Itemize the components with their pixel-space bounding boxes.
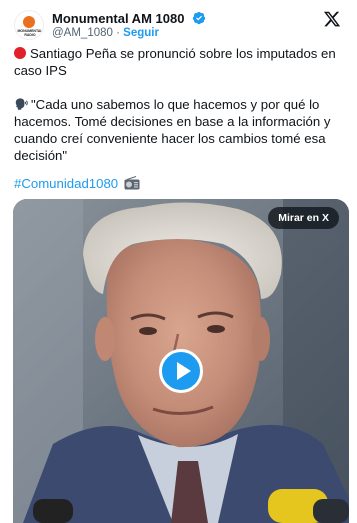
headline-text: Santiago Peña se pronunció sobre los imp… <box>14 46 336 78</box>
avatar-logo-text: MONUMENTAL RADIO <box>17 29 43 37</box>
follow-button[interactable]: Seguir <box>123 27 159 39</box>
red-circle-icon <box>14 47 26 59</box>
speaking-head-icon <box>15 98 28 110</box>
display-name[interactable]: Monumental AM 1080 <box>52 11 184 26</box>
quote-text: "Cada uno sabemos lo que hacemos y por q… <box>14 97 331 163</box>
watch-on-x-button[interactable]: Mirar en X <box>268 207 339 229</box>
x-logo-icon[interactable] <box>323 10 341 28</box>
tweet-text-headline: Santiago Peña se pronunció sobre los imp… <box>14 45 344 79</box>
tweet-embed: MONUMENTAL RADIO Monumental AM 1080 @AM_… <box>0 0 357 523</box>
play-icon[interactable] <box>159 349 203 393</box>
avatar[interactable]: MONUMENTAL RADIO <box>14 10 44 40</box>
hashtag-link[interactable]: #Comunidad1080 <box>14 176 118 191</box>
radio-icon <box>124 176 140 190</box>
verified-badge-icon <box>192 11 206 25</box>
tweet-text-quote: "Cada uno sabemos lo que hacemos y por q… <box>14 96 344 164</box>
handle-row: @AM_1080 · Seguir <box>52 27 159 39</box>
handle[interactable]: @AM_1080 <box>52 27 113 39</box>
display-name-row: Monumental AM 1080 <box>52 10 206 26</box>
video-thumbnail[interactable]: Mirar en X <box>13 199 349 523</box>
separator: · <box>116 27 120 39</box>
tweet-header: MONUMENTAL RADIO Monumental AM 1080 @AM_… <box>14 8 347 44</box>
tweet-hashtag-row: #Comunidad1080 <box>14 175 344 192</box>
logo-icon <box>23 16 35 28</box>
